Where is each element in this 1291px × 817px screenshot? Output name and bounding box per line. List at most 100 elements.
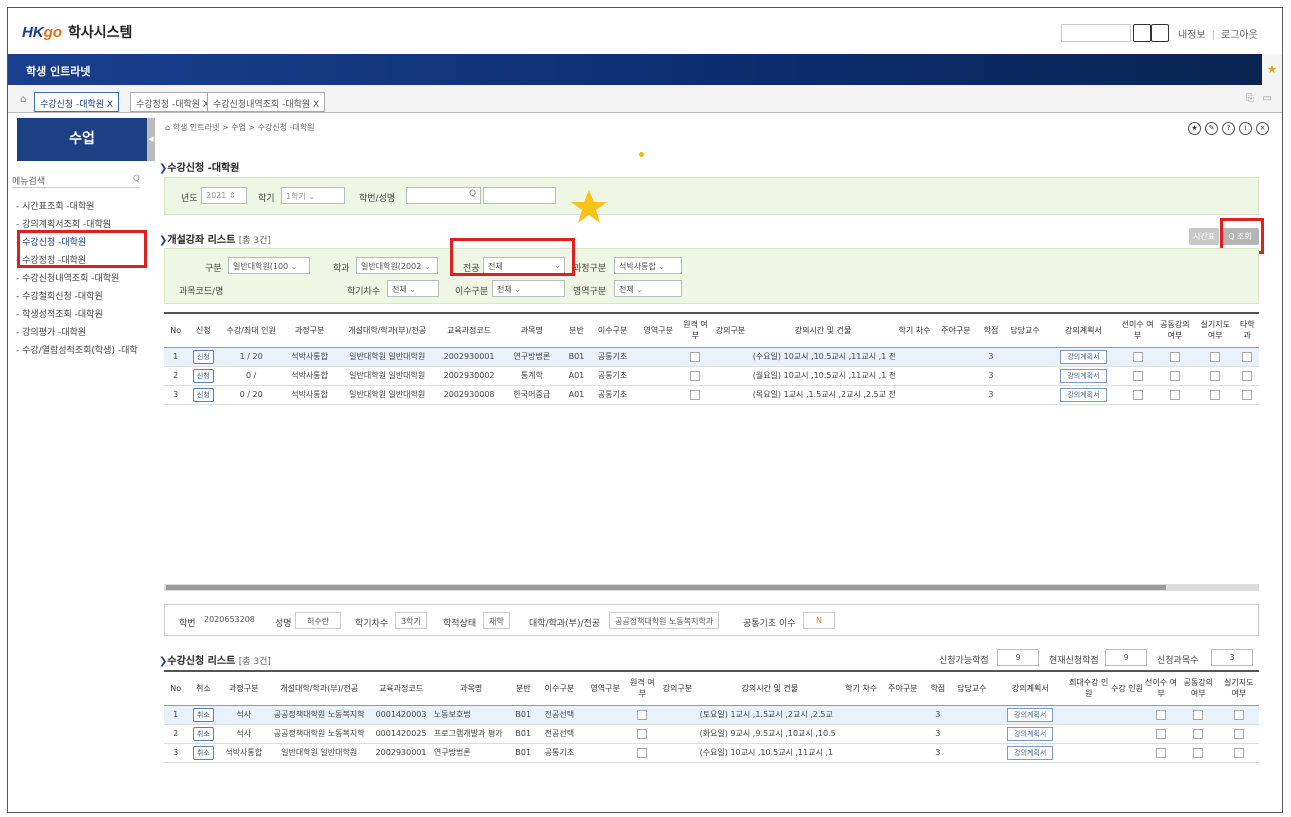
search-button[interactable]: Q 조회 [1221, 228, 1259, 245]
syllabus-button[interactable]: 강의계획서 [1060, 387, 1107, 402]
dept-select[interactable]: 일반대학원(2002 ⌄ [356, 257, 438, 274]
col-plan: 강의계획서 [993, 670, 1068, 706]
table-row[interactable]: 2 취소 석사 공공정책대학원 노동복지학 0001420025 프로그램개발과… [164, 724, 1259, 744]
col-no: No [164, 670, 188, 706]
logo-go: go [43, 23, 62, 41]
pin-icon[interactable]: ⎘ [1246, 93, 1254, 104]
syllabus-button[interactable]: 강의계획서 [1060, 368, 1107, 383]
sidebar-item-evaluation[interactable]: - 강의평가 -대학원 [16, 325, 86, 338]
horizontal-scrollbar[interactable] [164, 584, 1259, 591]
col-time: 강의시간 및 건물 [750, 312, 896, 348]
view-toggle-right[interactable] [1151, 24, 1169, 42]
syllabus-button[interactable]: 강의계획서 [1007, 707, 1054, 722]
sidebar: 수업 ◀ 메뉴검색 Q - 시간표조회 -대학원 - 강의계획서조회 -대학원 -… [8, 114, 155, 812]
tab-course-modify[interactable]: 수강정정 -대학원 X [130, 92, 216, 112]
col-remote: 원격 여부 [627, 670, 658, 706]
tab-register-history[interactable]: 수강신청내역조회 -대학원 X [207, 92, 326, 112]
div-select[interactable]: 일반대학원(100 ⌄ [228, 257, 310, 274]
breadcrumb: ⌂ 학생 인트라넷 > 수업 > 수강신청 -대학원 [165, 122, 315, 133]
sidebar-item-grades[interactable]: - 학생성적조회 -대학원 [16, 307, 103, 320]
sidebar-item-register[interactable]: - 수강신청 -대학원 [16, 235, 86, 248]
cancel-button[interactable]: 취소 [192, 726, 214, 741]
col-type: 이수구분 [536, 670, 583, 706]
practical-checkbox [1210, 370, 1221, 381]
sidebar-item-modify[interactable]: - 수강정정 -대학원 [16, 253, 86, 266]
favorite-star-icon[interactable]: ★ [1262, 54, 1282, 85]
cancel-button[interactable]: 취소 [192, 745, 214, 760]
table-row[interactable]: 1 취소 석사 공공정책대학원 노동복지학 0001420003 노동보호법 B… [164, 705, 1259, 725]
col-daynight: 주야구분 [933, 312, 979, 348]
window-icon[interactable]: ▭ [1263, 93, 1272, 104]
subject-count-value: 3 [1211, 649, 1253, 666]
sidebar-item-view-grades[interactable]: - 수강/열람성적조회(학생) -대학 [16, 343, 138, 356]
course-type-select[interactable]: 석박사통합 ⌄ [614, 257, 682, 274]
cancel-button[interactable]: 취소 [192, 707, 214, 722]
year-select[interactable]: 2021 ⇕ [201, 187, 247, 204]
tab-course-register[interactable]: 수강신청 -대학원 X [34, 92, 120, 112]
student-label: 학번/성명 [359, 194, 396, 204]
table-row[interactable]: 3 취소 석박사통합 일반대학원 일반대학원 2002930001 연구방법론 … [164, 743, 1259, 763]
search-icon[interactable]: Q [469, 189, 476, 199]
apply-button[interactable]: 신청 [192, 349, 214, 364]
area-select[interactable]: 전체 ⌄ [614, 280, 682, 297]
term-select[interactable]: 1학기 ⌄ [281, 187, 345, 204]
col-prereq: 선이수 여부 [1144, 670, 1179, 706]
logo-hk: HK [22, 23, 44, 41]
row-dept: 공공정책대학원 노동복지학 [268, 724, 371, 744]
col-area: 영역구분 [635, 312, 681, 348]
prereq-checkbox [1156, 728, 1167, 739]
joint-checkbox [1193, 728, 1204, 739]
practical-checkbox [1233, 728, 1244, 739]
sidebar-item-history[interactable]: - 수강신청내역조회 -대학원 [16, 271, 119, 284]
row-course-type: 석사 [219, 724, 269, 744]
help-icon[interactable]: ? [1222, 122, 1235, 135]
student-name-input[interactable] [483, 187, 556, 204]
col-name: 과목명 [499, 312, 564, 348]
col-code: 교육과정코드 [370, 670, 432, 706]
search-icon[interactable]: Q [133, 174, 140, 184]
apply-button[interactable]: 신청 [192, 387, 214, 402]
year-label: 년도 [181, 194, 198, 204]
syllabus-button[interactable]: 강의계획서 [1060, 349, 1107, 364]
sidebar-item-timetable[interactable]: - 시간표조회 -대학원 [16, 199, 94, 212]
sidebar-item-syllabus[interactable]: - 강의계획서조회 -대학원 [16, 217, 111, 230]
row-section: B01 [510, 743, 537, 763]
my-info-link[interactable]: 내정보 [1178, 30, 1206, 41]
table-row[interactable]: 3 신청 0 / 20 석박사통합 일반대학원 일반대학원 2002930008… [164, 385, 1259, 405]
apply-button[interactable]: 신청 [192, 368, 214, 383]
view-toggle-left[interactable] [1133, 24, 1151, 42]
student-id-value: 2020653208 [204, 615, 255, 624]
syllabus-button[interactable]: 강의계획서 [1007, 745, 1054, 760]
edit-icon[interactable]: ✎ [1205, 122, 1218, 135]
logo[interactable]: HK go 학사시스템 [22, 22, 132, 42]
marker-dot [639, 152, 644, 157]
col-section: 분반 [510, 670, 537, 706]
table-row[interactable]: 1 신청 1 / 20 석박사통합 일반대학원 일반대학원 2002930001… [164, 347, 1259, 367]
logout-link[interactable]: 로그아웃 [1221, 30, 1258, 41]
table-row[interactable]: 2 신청 0 / 석박사통합 일반대학원 일반대학원 2002930002 통계… [164, 366, 1259, 386]
row-type: 전공선택 [536, 705, 583, 725]
sidebar-item-withdraw[interactable]: - 수강철회신청 -대학원 [16, 289, 103, 302]
menu-search-input[interactable]: 메뉴검색 Q [12, 174, 140, 188]
student-info: 학번 2020653208 성명 허수란 학기차수 3학기 학적상태 재학 대학… [164, 604, 1259, 636]
major-select[interactable]: 전체 ⌄ [483, 257, 565, 274]
practical-checkbox [1210, 389, 1221, 400]
close-icon[interactable]: × [1256, 122, 1269, 135]
favorite-icon[interactable]: ★ [1188, 122, 1201, 135]
syllabus-button[interactable]: 강의계획서 [1007, 726, 1054, 741]
row-credit: 3 [978, 366, 1004, 386]
row-section: B01 [510, 705, 537, 725]
timetable-button[interactable]: 시간표 [1189, 228, 1219, 245]
home-icon[interactable]: ⌂ [20, 94, 26, 105]
area-label: 영역구분 [573, 287, 607, 297]
row-name: 노동보호법 [431, 705, 511, 725]
type-select[interactable]: 전체 ⌄ [492, 280, 565, 297]
scrollbar-thumb[interactable] [166, 585, 1166, 590]
code-input[interactable] [228, 280, 310, 297]
top-search-input[interactable] [1061, 24, 1131, 42]
sidebar-collapse-button[interactable]: ◀ [147, 118, 155, 161]
sem-select[interactable]: 전체 ⌄ [387, 280, 439, 297]
course-list-title: ❯개설강좌 리스트 [총 3건] [159, 235, 271, 246]
remote-checkbox [637, 747, 648, 758]
info-icon[interactable]: i [1239, 122, 1252, 135]
